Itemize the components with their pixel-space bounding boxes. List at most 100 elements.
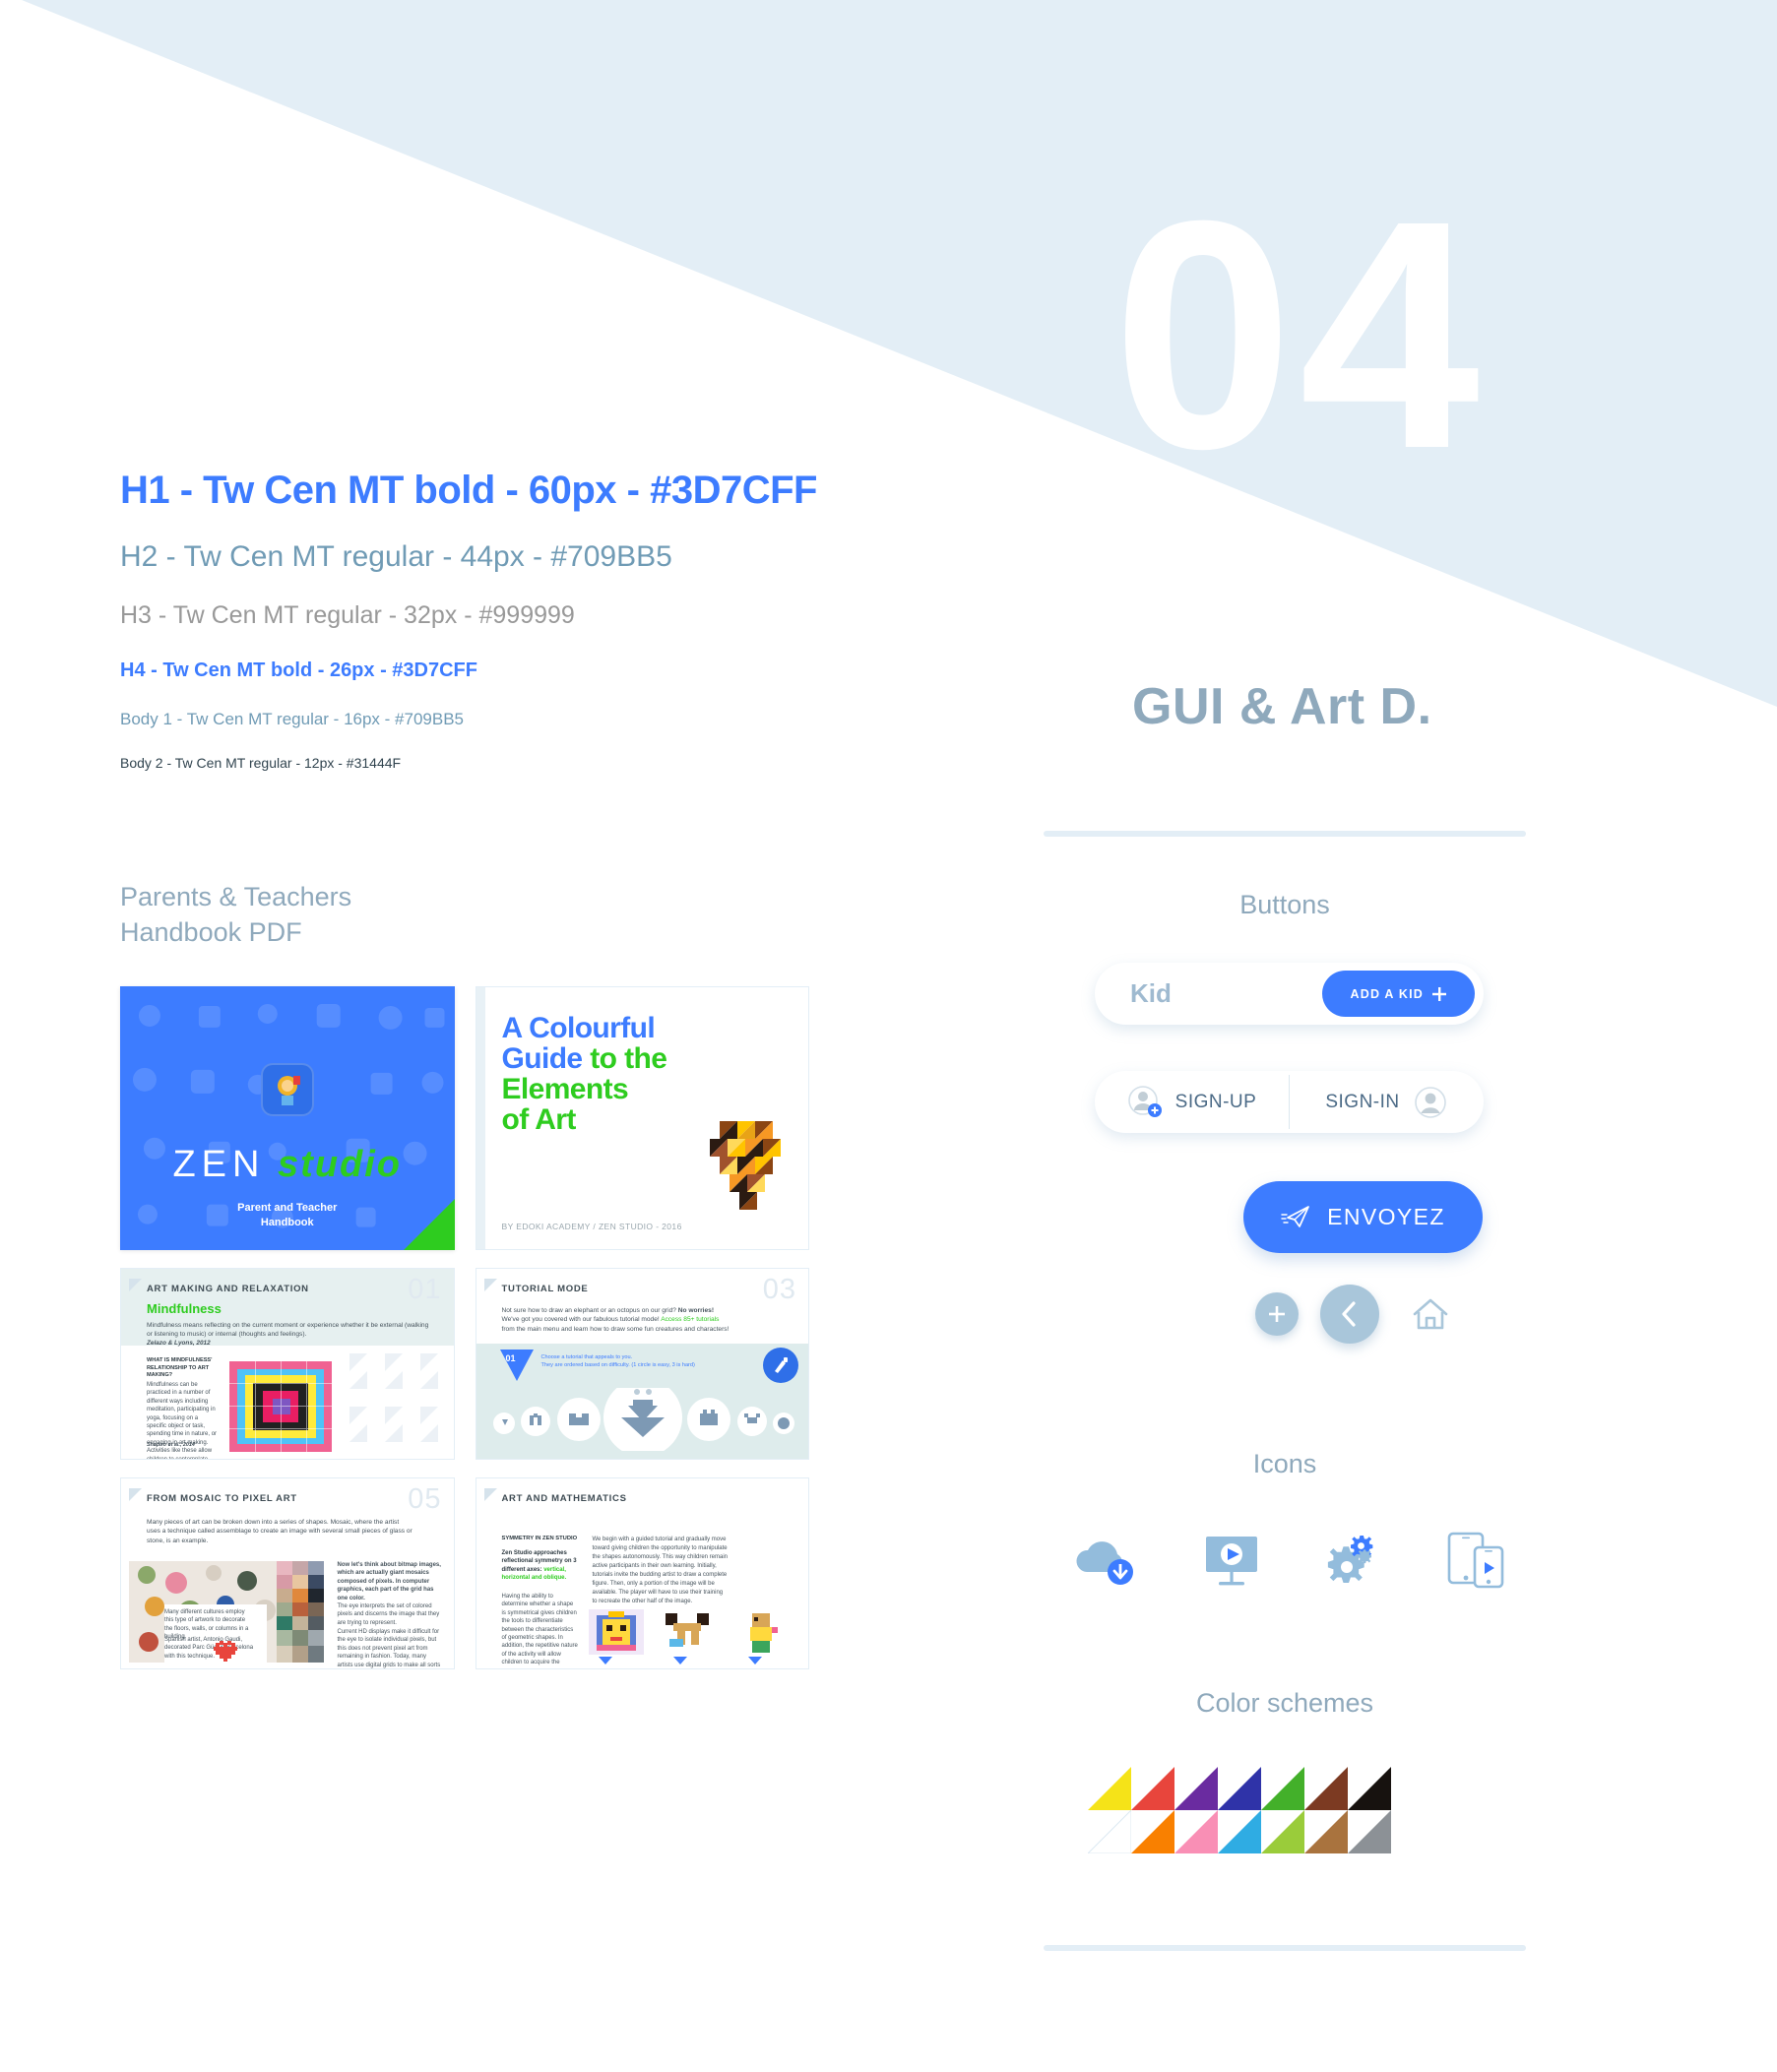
envoyez-label: ENVOYEZ [1327,1204,1445,1229]
color-swatch[interactable] [1131,1767,1174,1810]
presentation-play-icon[interactable] [1201,1531,1262,1590]
kid-label: Kid [1130,978,1172,1008]
step-text-line1: Choose a tutorial that appeals to you. [540,1354,633,1360]
handbook-spread-thumbnail[interactable]: 01 ART MAKING AND RELAXATION Mindfulness… [120,1268,455,1460]
paintbrush-icon [775,1357,788,1373]
tutorial-creature-row [492,1388,794,1451]
spread-number: 01 [408,1274,442,1305]
pixel-heart-icon [214,1641,237,1662]
guide-mosaic-heart [710,1121,781,1210]
guide-title-part4: Elements [501,1073,629,1105]
handbook-spread-thumbnail[interactable]: ART AND MATHEMATICS SYMMETRY IN ZEN STUD… [475,1477,809,1669]
spread-kicker: FROM MOSAIC TO PIXEL ART [147,1493,297,1504]
mosaic-right-text-3: Current HD displays make it difficult fo… [337,1629,441,1668]
guide-byline: BY EDOKI ACADEMY / ZEN STUDIO - 2016 [501,1222,682,1231]
guide-side-bar [476,987,485,1249]
lion-glyph [277,1076,300,1105]
add-a-kid-label: ADD A KID [1350,986,1424,1001]
spread-corner-tab [129,1279,142,1291]
color-swatch-grid [1088,1767,1391,1853]
type-spec-h4: H4 - Tw Cen MT bold - 26px - #3D7CFF [120,659,477,681]
spread-body: Mindfulness means reflecting on the curr… [147,1322,429,1339]
handbook-heading-line2: Handbook PDF [120,917,302,947]
spread-number: 05 [408,1483,442,1515]
color-swatch[interactable] [1304,1810,1348,1853]
guide-title-part1: A Colourful [501,1012,656,1044]
home-round-button[interactable] [1401,1285,1460,1344]
kid-row: Kid ADD A KID [1095,963,1484,1025]
type-spec-body1: Body 1 - Tw Cen MT regular - 16px - #709… [120,710,464,728]
sign-up-label: SIGN-UP [1174,1091,1257,1112]
guide-title-part2: Guide [501,1042,584,1075]
spread-subtitle: Mindfulness [147,1301,222,1316]
icons-section-title: Icons [1252,1449,1317,1478]
spread-body: Not sure how to draw an elephant or an o… [502,1306,790,1334]
section-title: GUI & Art D. [1132,678,1432,735]
home-icon [1413,1298,1448,1330]
handbook-heading: Parents & Teachers Handbook PDF [120,879,351,950]
plus-icon [1432,986,1446,1001]
handbook-cover-thumbnail[interactable]: ZEN studio Parent and Teacher Handbook [120,986,455,1250]
symmetry-body: Having the ability to determine whether … [501,1594,578,1668]
typography-specimen: H1 - Tw Cen MT bold - 60px - #3D7CFF H2 … [120,469,817,771]
type-spec-h3: H3 - Tw Cen MT regular - 32px - #999999 [120,601,575,629]
mosaic-caption-2: Spanish artist, Antonio Gaudi, decorated… [164,1637,254,1660]
spread-kicker: ART AND MATHEMATICS [501,1493,627,1504]
type-spec-h1: H1 - Tw Cen MT bold - 60px - #3D7CFF [120,469,817,512]
add-a-kid-button[interactable]: ADD A KID [1321,971,1475,1017]
color-swatch[interactable] [1218,1810,1261,1853]
icon-showcase-row [1073,1531,1506,1590]
color-swatch[interactable] [1348,1767,1391,1810]
brush-badge [763,1348,798,1383]
color-swatch[interactable] [1218,1767,1261,1810]
handbook-thumbnail-grid: ZEN studio Parent and Teacher Handbook A… [120,986,809,1687]
back-round-button[interactable] [1320,1285,1379,1344]
color-swatch[interactable] [1261,1810,1304,1853]
sign-in-label: SIGN-IN [1325,1091,1400,1112]
sign-in-button[interactable]: SIGN-IN [1290,1085,1484,1120]
colourful-guide-thumbnail[interactable]: A Colourful Guide to the Elements of Art [475,986,809,1250]
sign-up-button[interactable]: SIGN-UP [1095,1085,1289,1120]
paper-plane-icon [1281,1205,1309,1227]
guide-title-part3: to the [590,1042,667,1075]
handbook-spread-thumbnail[interactable]: 03 TUTORIAL MODE Not sure how to draw an… [475,1268,809,1460]
color-swatch[interactable] [1174,1810,1218,1853]
color-swatch[interactable] [1088,1767,1131,1810]
spread-kicker: ART MAKING AND RELAXATION [147,1284,309,1294]
spread-corner-tab [483,1279,497,1291]
type-spec-h2: H2 - Tw Cen MT regular - 44px - #709BB5 [120,540,672,573]
handbook-spread-thumbnail[interactable]: 05 FROM MOSAIC TO PIXEL ART Many pieces … [120,1477,455,1669]
mosaic-right-text-1: Now let's think about bitmap images, whi… [337,1562,441,1601]
handbook-row: 01 ART MAKING AND RELAXATION Mindfulness… [120,1268,809,1460]
step-text: Choose a tutorial that appeals to you. T… [541,1353,768,1369]
step-text-line2: They are ordered based on difficulty. (1… [540,1362,695,1368]
mosaic-artwork-preview [228,1353,438,1452]
plus-round-button[interactable] [1255,1292,1299,1336]
color-swatch[interactable] [1304,1767,1348,1810]
spread-body-part2: We've got you covered with our fabulous … [501,1316,660,1324]
color-swatch[interactable] [1088,1810,1131,1853]
color-swatch[interactable] [1261,1767,1304,1810]
page-number: 04 [1112,153,1487,516]
cloud-download-icon[interactable] [1073,1533,1142,1588]
symmetry-right-body: We begin with a guided tutorial and grad… [592,1537,729,1604]
color-swatch[interactable] [1131,1810,1174,1853]
back-chevron-icon [1342,1301,1356,1327]
envoyez-button[interactable]: ENVOYEZ [1243,1181,1483,1253]
divider-bottom [1044,1945,1526,1951]
color-swatch[interactable] [1348,1810,1391,1853]
buttons-section-title: Buttons [1239,890,1330,919]
color-swatch[interactable] [1174,1767,1218,1810]
handbook-row: 05 FROM MOSAIC TO PIXEL ART Many pieces … [120,1477,809,1669]
symmetry-heading: SYMMETRY IN ZEN STUDIO [501,1536,578,1541]
settings-gears-icon[interactable] [1321,1532,1386,1589]
handbook-row: ZEN studio Parent and Teacher Handbook A… [120,986,809,1250]
pixel-character-row [588,1609,790,1664]
type-spec-body2: Body 2 - Tw Cen MT regular - 12px - #314… [120,755,402,771]
cover-corner-accent [403,1199,455,1250]
spread-body-part3: from the main menu and learn how to draw… [501,1325,730,1333]
colors-section-title: Color schemes [1195,1688,1374,1718]
spread-body-part1: Not sure how to draw an elephant or an o… [501,1307,676,1314]
devices-play-icon[interactable] [1445,1532,1506,1589]
cover-wordmark-studio: studio [278,1144,403,1185]
